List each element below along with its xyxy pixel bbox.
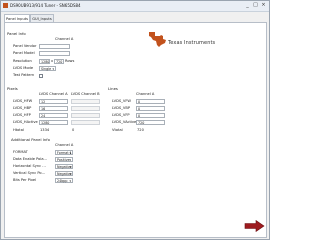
lvds-vbp-label: LVDS_VBP (112, 106, 131, 110)
pixels-col-b-header: LVDS Channel B (71, 92, 100, 96)
panel-vendor-input[interactable] (39, 44, 70, 49)
additional-panel-info-heading: Additional Panel Info (11, 137, 50, 142)
lvds-vactive-label: LVDS_VActive (112, 120, 137, 124)
htotal-b-value: 0 (72, 128, 75, 132)
lvds-hfp-b-input[interactable] (71, 113, 100, 118)
resolution-label: Resolution (13, 59, 32, 63)
lines-heading: Lines (108, 86, 118, 91)
chevron-down-icon: ▾ (69, 179, 71, 183)
lines-col-a-header: Channel A (136, 92, 155, 96)
title-bar: DS90UB913/914 Tuner - SN65DS84 _ □ × (1, 1, 269, 12)
next-button[interactable] (244, 220, 265, 232)
format-label: FORMAT (13, 150, 28, 154)
bits-per-pixel-select[interactable]: 24bpp ▾ (55, 178, 73, 183)
test-pattern-checkbox[interactable] (39, 74, 43, 78)
lvds-vactive-input[interactable]: 720 (136, 120, 165, 125)
lvds-hfw-a-input[interactable]: 12 (39, 99, 68, 104)
pixels-col-a-header: LVDS Channel A (39, 92, 68, 96)
channel-a-header: Channel A (55, 37, 74, 41)
lvds-mode-select[interactable]: Single ▾ (39, 66, 56, 71)
lvds-hbp-b-input[interactable] (71, 106, 100, 111)
vertical-sync-label: Vertical Sync Po... (13, 171, 45, 175)
lvds-mode-label: LVDS Mode (13, 66, 34, 70)
format-select[interactable]: Format 1 ▾ (55, 150, 73, 155)
resolution-width-input[interactable]: 1280 (39, 59, 50, 64)
chevron-down-icon: ▾ (69, 158, 71, 162)
horizontal-sync-select[interactable]: Negative ▾ (55, 164, 73, 169)
window-title: DS90UB913/914 Tuner - SN65DS84 (10, 3, 81, 8)
lvds-hactive-a-input[interactable]: 1280 (39, 120, 68, 125)
horizontal-sync-label: Horizontal Sync ... (13, 164, 46, 168)
arrow-right-icon (244, 220, 265, 232)
htotal-a-value: 1334 (40, 128, 50, 132)
lvds-mode-value: Single (41, 67, 52, 71)
lvds-vfp-input[interactable]: 0 (136, 113, 165, 118)
resolution-x-label: x (51, 59, 54, 63)
vtotal-value: 720 (137, 128, 144, 132)
close-button[interactable]: × (260, 2, 267, 9)
pixels-heading: Pixels (7, 86, 18, 91)
bits-per-pixel-label: Bits Per Pixel (13, 178, 37, 182)
data-enable-polarity-value: Positive (57, 158, 70, 162)
lvds-hfw-b-input[interactable] (71, 99, 100, 104)
vertical-sync-select[interactable]: Negative ▾ (55, 171, 73, 176)
data-enable-polarity-label: Data Enable Pola... (13, 157, 47, 161)
data-enable-polarity-select[interactable]: Positive ▾ (55, 157, 73, 162)
lvds-vfw-label: LVDS_VFW (112, 99, 131, 103)
lvds-vfp-label: LVDS_VFP (112, 113, 130, 117)
lvds-hbp-a-input[interactable]: 16 (39, 106, 68, 111)
additional-channel-a-header: Channel A (55, 143, 74, 147)
chevron-down-icon: ▾ (69, 172, 71, 176)
chevron-down-icon: ▾ (69, 151, 71, 155)
chevron-down-icon: ▾ (52, 67, 54, 71)
panel-info-heading: Panel Info (7, 31, 26, 36)
maximize-button[interactable]: □ (252, 2, 259, 9)
lvds-hactive-b-input[interactable] (71, 120, 100, 125)
app-icon (3, 3, 8, 8)
lvds-hfp-label: LVDS_HFP (13, 113, 31, 117)
panel-model-input[interactable] (39, 51, 70, 56)
htotal-label: Htotal (13, 128, 24, 132)
lvds-hbp-label: LVDS_HBP (13, 106, 32, 110)
lvds-hactive-label: LVDS_HActive (13, 120, 38, 124)
resolution-height-input[interactable]: 720 (54, 59, 64, 64)
chevron-down-icon: ▾ (69, 165, 71, 169)
panel-model-label: Panel Model (13, 51, 35, 55)
vtotal-label: Vtotal (112, 128, 123, 132)
panel-vendor-label: Panel Vendor (13, 44, 37, 48)
resolution-unit-label: Rows (65, 59, 75, 63)
company-logo-text: Texas Instruments (168, 40, 216, 46)
lvds-hfw-label: LVDS_HFW (13, 99, 33, 103)
test-pattern-label: Test Pattern (13, 73, 35, 77)
lvds-hfp-a-input[interactable]: 24 (39, 113, 68, 118)
minimize-button[interactable]: _ (244, 2, 251, 9)
bits-per-pixel-value: 24bpp (57, 179, 68, 183)
lvds-vfw-input[interactable]: 0 (136, 99, 165, 104)
app-window: DS90UB913/914 Tuner - SN65DS84 _ □ × Pan… (0, 0, 270, 240)
lvds-vbp-input[interactable]: 0 (136, 106, 165, 111)
tab-gui-inputs[interactable]: GUI_Inputs (30, 14, 54, 22)
ti-map-icon (149, 32, 166, 47)
panel-inputs-page: Texas Instruments Panel Info Channel A P… (4, 22, 267, 238)
